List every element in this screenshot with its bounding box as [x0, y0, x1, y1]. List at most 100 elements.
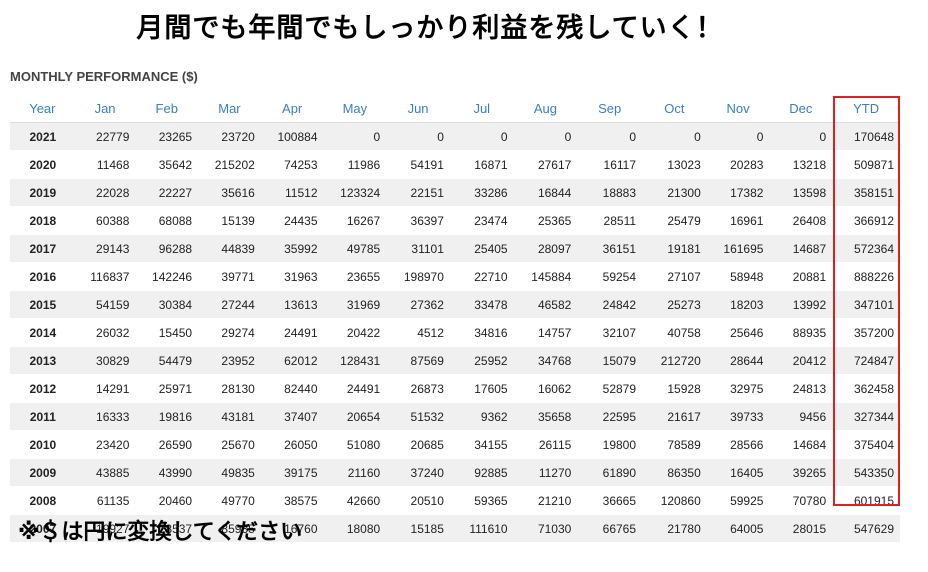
ytd-cell: 543350	[832, 458, 900, 487]
month-cell: 0	[513, 122, 578, 151]
year-cell: 2010	[10, 430, 75, 459]
month-cell: 64005	[706, 514, 770, 543]
month-cell: 36397	[386, 206, 450, 235]
month-cell: 22151	[386, 178, 450, 207]
month-cell: 21300	[642, 178, 707, 207]
section-title: MONTHLY PERFORMANCE ($)	[10, 69, 198, 84]
month-cell: 0	[449, 122, 514, 151]
month-cell: 66765	[577, 514, 643, 543]
month-cell: 145884	[513, 262, 578, 291]
column-header-oct: Oct	[642, 94, 707, 123]
month-cell: 19816	[135, 402, 199, 431]
month-cell: 198970	[386, 262, 450, 291]
column-header-nov: Nov	[706, 94, 770, 123]
month-cell: 39733	[706, 402, 770, 431]
month-cell: 16405	[706, 458, 770, 487]
month-cell: 32107	[577, 318, 643, 347]
table-row: 2008 61135 20460 49770 38575 42660 20510 59365 2…	[10, 486, 900, 515]
month-cell: 43990	[135, 458, 199, 487]
month-cell: 27617	[513, 150, 578, 179]
month-cell: 11468	[74, 150, 136, 179]
month-cell: 28511	[577, 206, 643, 235]
month-cell: 78589	[642, 430, 707, 459]
table-row: 2021 22779 23265 23720 100884 0 0 0 0 0 0 0 0 170648	[10, 122, 900, 151]
month-cell: 43181	[198, 402, 261, 431]
year-cell: 2018	[10, 206, 75, 235]
column-header-apr: Apr	[260, 94, 324, 123]
month-cell: 13218	[769, 150, 833, 179]
ytd-cell: 366912	[832, 206, 900, 235]
month-cell: 25405	[449, 234, 514, 263]
month-cell: 26032	[74, 318, 136, 347]
month-cell: 28130	[198, 374, 261, 403]
month-cell: 16871	[449, 150, 514, 179]
table-row: 2010 23420 26590 25670 26050 51080 20685 34155 2…	[10, 430, 900, 459]
month-cell: 215202	[198, 150, 261, 179]
month-cell: 36665	[577, 486, 643, 515]
table-row: 2012 14291 25971 28130 82440 24491 26873 17605 1…	[10, 374, 900, 403]
year-cell: 2013	[10, 346, 75, 375]
month-cell: 28644	[706, 346, 770, 375]
month-cell: 0	[769, 122, 833, 151]
month-cell: 16333	[74, 402, 136, 431]
table-row: 2016 116837 142246 39771 31963 23655 198970 227…	[10, 262, 900, 291]
year-cell: 2012	[10, 374, 75, 403]
column-header-jun: Jun	[386, 94, 450, 123]
month-cell: 25952	[449, 346, 514, 375]
month-cell: 27107	[642, 262, 707, 291]
month-cell: 11512	[260, 178, 324, 207]
month-cell: 0	[642, 122, 707, 151]
month-cell: 26408	[769, 206, 833, 235]
month-cell: 54479	[135, 346, 199, 375]
table-row: 2015 54159 30384 27244 13613 31969 27362 33478 4…	[10, 290, 900, 319]
month-cell: 25479	[642, 206, 707, 235]
month-cell: 26590	[135, 430, 199, 459]
month-cell: 35616	[198, 178, 261, 207]
month-cell: 212720	[642, 346, 707, 375]
ytd-cell: 509871	[832, 150, 900, 179]
month-cell: 11270	[513, 458, 578, 487]
month-cell: 39771	[198, 262, 261, 291]
table-body: 2021 22779 23265 23720 100884 0 0 0 0 0 0 0 0 170648 2…	[10, 122, 900, 543]
footnote: ※＄は円に変換してください	[18, 520, 303, 545]
column-header-sep: Sep	[577, 94, 643, 123]
month-cell: 16844	[513, 178, 578, 207]
month-cell: 70780	[769, 486, 833, 515]
month-cell: 59925	[706, 486, 770, 515]
month-cell: 15079	[577, 346, 643, 375]
month-cell: 51080	[323, 430, 387, 459]
year-cell: 2014	[10, 318, 75, 347]
month-cell: 20654	[323, 402, 387, 431]
month-cell: 61135	[74, 486, 136, 515]
table-row: 2009 43885 43990 49835 39175 21160 37240 92885 1…	[10, 458, 900, 487]
month-cell: 0	[706, 122, 770, 151]
month-cell: 38575	[260, 486, 324, 515]
month-cell: 40758	[642, 318, 707, 347]
month-cell: 32975	[706, 374, 770, 403]
month-cell: 17605	[449, 374, 514, 403]
month-cell: 0	[386, 122, 450, 151]
month-cell: 13613	[260, 290, 324, 319]
month-cell: 17382	[706, 178, 770, 207]
month-cell: 0	[323, 122, 387, 151]
month-cell: 28015	[769, 514, 833, 543]
month-cell: 13598	[769, 178, 833, 207]
year-cell: 2021	[10, 122, 75, 151]
month-cell: 29274	[198, 318, 261, 347]
month-cell: 49835	[198, 458, 261, 487]
month-cell: 18080	[323, 514, 387, 543]
month-cell: 25273	[642, 290, 707, 319]
month-cell: 21617	[642, 402, 707, 431]
month-cell: 30384	[135, 290, 199, 319]
month-cell: 20422	[323, 318, 387, 347]
month-cell: 9456	[769, 402, 833, 431]
month-cell: 87569	[386, 346, 450, 375]
month-cell: 31963	[260, 262, 324, 291]
column-header-ytd: YTD	[832, 94, 900, 123]
month-cell: 22710	[449, 262, 514, 291]
month-cell: 142246	[135, 262, 199, 291]
month-cell: 74253	[260, 150, 324, 179]
month-cell: 23720	[198, 122, 261, 151]
month-cell: 24435	[260, 206, 324, 235]
headline: 月間でも年間でもしっかり利益を残していく！	[136, 13, 724, 44]
